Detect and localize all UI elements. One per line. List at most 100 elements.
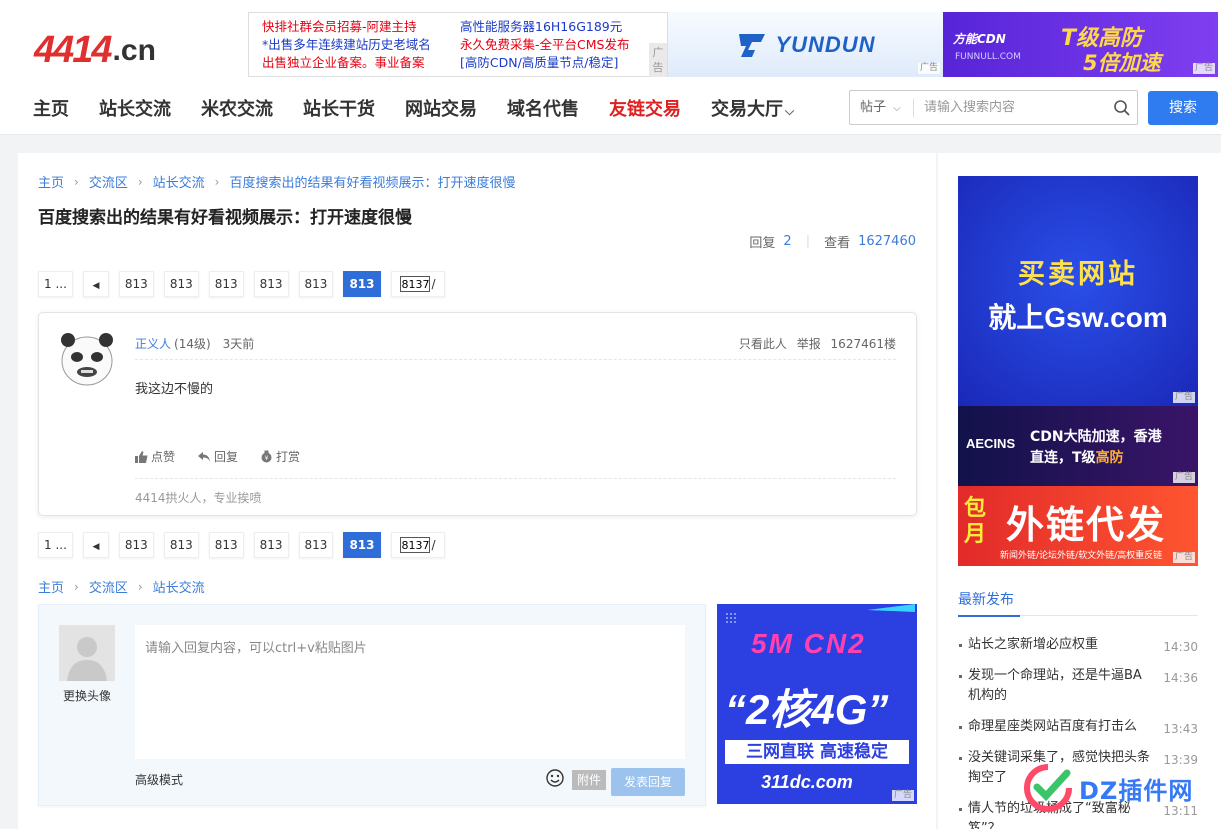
pagination-top: 1 ... ◀ 813 813 813 813 813 813 / (38, 271, 445, 297)
text-ad-link[interactable]: *出售多年连续建站历史老域名 (262, 36, 431, 54)
nav-item-site-trade[interactable]: 网站交易 (405, 96, 477, 126)
page-jump-input[interactable] (399, 537, 430, 553)
breadcrumb-bottom: 主页 › 交流区 › 站长交流 (38, 577, 205, 597)
list-item[interactable]: 命理星座类网站百度有打击么 13:43 (958, 717, 1198, 737)
post-signature: 4414拱火人，专业挨喷 (135, 491, 262, 505)
page-link[interactable]: 813 (163, 532, 199, 558)
floor-number: 1627461楼 (830, 337, 896, 351)
author-link[interactable]: 正义人 (135, 335, 171, 352)
page-jump-input[interactable] (399, 276, 430, 292)
list-item-time: 14:36 (1163, 671, 1198, 685)
nav-item-link-trade[interactable]: 友链交易 (609, 96, 681, 126)
like-button[interactable]: 点赞 (135, 448, 175, 465)
search-icon[interactable] (1107, 93, 1137, 123)
check-logo-icon (1024, 764, 1072, 812)
page-first[interactable]: 1 ... (38, 271, 73, 297)
reply-textarea[interactable] (135, 625, 685, 759)
text-ad-banner[interactable]: 快排社群会员招募-阿建主持 *出售多年连续建站历史老域名 出售独立企业备案。事业… (248, 12, 668, 77)
breadcrumb-forum[interactable]: 交流区 (89, 577, 128, 596)
funnull-ad[interactable]: 方能CDN FUNNULL.COM T级高防 5倍加速 广告 (943, 12, 1218, 77)
breadcrumb-home[interactable]: 主页 (38, 172, 64, 191)
page-jump-slash: / (431, 538, 436, 552)
page-link[interactable]: 813 (208, 532, 244, 558)
view-count: 1627460 (858, 234, 916, 249)
nav-item-home[interactable]: 主页 (33, 96, 69, 126)
search-input[interactable] (914, 100, 1107, 115)
text-ad-link[interactable]: 出售独立企业备案。事业备案 (262, 54, 431, 72)
nav-item-trade-hall[interactable]: 交易大厅 ⌵ (711, 96, 794, 126)
thread-main: 主页 › 交流区 › 站长交流 › 百度搜索出的结果有好看视频展示：打开速度很慢… (18, 153, 936, 829)
311dc-spec: “2核4G” (725, 686, 889, 733)
page-link[interactable]: 813 (253, 532, 289, 558)
list-item[interactable]: 发现一个命理站，还是牛逼BA机构的 14:36 (958, 666, 1198, 706)
text-ad-link[interactable]: [高防CDN/高质量节点/稳定] (460, 54, 629, 72)
thumbs-up-icon (135, 450, 148, 463)
reward-button[interactable]: ¥ 打赏 (260, 448, 300, 465)
nav-item-webmaster-talk[interactable]: 站长交流 (99, 96, 171, 126)
external-link-ad[interactable]: 包月 外链代发 新闻外链/论坛外链/软文外链/高权重反链 广告 (958, 486, 1198, 566)
311dc-headline: 5M CN2 (751, 628, 866, 659)
page-first[interactable]: 1 ... (38, 532, 73, 558)
chevron-right-icon: › (137, 579, 143, 594)
only-author-link[interactable]: 只看此人 (739, 337, 787, 351)
reply-label: 回复 (214, 450, 239, 464)
emoji-icon[interactable] (545, 768, 565, 788)
page-link[interactable]: 813 (163, 271, 199, 297)
report-link[interactable]: 举报 (797, 337, 821, 351)
change-avatar-link[interactable]: 更换头像 (63, 687, 111, 704)
list-item-title: 站长之家新增必应权重 (968, 637, 1099, 652)
page-link[interactable]: 813 (298, 271, 334, 297)
latest-posts-title: 最新发布 (958, 592, 1014, 608)
external-link-ad-sub: 新闻外链/论坛外链/软文外链/高权重反链 (1000, 551, 1163, 561)
nav-item-webmaster-tips[interactable]: 站长干货 (303, 96, 375, 126)
page-prev-button[interactable]: ◀ (82, 271, 109, 297)
text-ad-link[interactable]: 快排社群会员招募-阿建主持 (262, 18, 431, 36)
aecins-ad[interactable]: AECINS CDN大陆加速，香港 直连，T级高防 广告 (958, 406, 1198, 486)
breadcrumb-forum[interactable]: 交流区 (89, 172, 128, 191)
breadcrumb-home[interactable]: 主页 (38, 577, 64, 596)
sidebar: 买卖网站 就上Gsw.com 广告 AECINS CDN大陆加速，香港 直连，T… (938, 153, 1221, 829)
page-jump-slash: / (431, 277, 436, 291)
page-link[interactable]: 813 (253, 271, 289, 297)
attach-button[interactable]: 附件 (572, 770, 606, 790)
search-type-select[interactable]: 帖子 ⌵ (850, 98, 914, 117)
divider (958, 615, 1198, 617)
submit-reply-button[interactable]: 发表回复 (611, 768, 685, 796)
main-nav: 主页 站长交流 米农交流 站长干货 网站交易 域名代售 友链交易 交易大厅 ⌵ (33, 96, 824, 126)
aecins-brand: AECINS (966, 436, 1016, 451)
page-link[interactable]: 813 (118, 532, 154, 558)
breadcrumb-board[interactable]: 站长交流 (153, 577, 205, 596)
page-link[interactable]: 813 (298, 532, 334, 558)
text-ad-link[interactable]: 永久免费采集-全平台CMS发布 (460, 36, 629, 54)
page-jump: / (390, 532, 445, 558)
page-link[interactable]: 813 (208, 271, 244, 297)
reply-button[interactable]: 回复 (197, 448, 238, 465)
avatar[interactable] (59, 328, 115, 390)
nav-item-domainer-talk[interactable]: 米农交流 (201, 96, 273, 126)
yundun-ad[interactable]: YUNDUN 广告 (668, 12, 943, 77)
list-item-time: 14:30 (1163, 640, 1198, 654)
text-ad-link[interactable]: 高性能服务器16H16G189元 (460, 18, 629, 36)
311dc-domain: 311dc.com (761, 772, 853, 792)
nav-item-domain-sale[interactable]: 域名代售 (507, 96, 579, 126)
page-prev-button[interactable]: ◀ (82, 532, 109, 558)
watermark-text: DZ插件网 (1079, 776, 1194, 805)
site-logo[interactable]: 4414 .cn (34, 26, 194, 70)
list-item-time: 13:43 (1163, 722, 1198, 736)
search-button[interactable]: 搜索 (1148, 91, 1218, 125)
gsw-domain: 就上Gsw.com (988, 302, 1168, 333)
page-jump: / (390, 271, 445, 297)
thread-stats: 回复 2 | 查看 1627460 (749, 232, 916, 251)
advanced-mode-link[interactable]: 高级模式 (135, 771, 183, 788)
yundun-logo-icon (739, 33, 766, 57)
like-label: 点赞 (151, 450, 176, 464)
page-link[interactable]: 813 (118, 271, 154, 297)
breadcrumb-board[interactable]: 站长交流 (153, 172, 205, 191)
gsw-ad[interactable]: 买卖网站 就上Gsw.com 广告 (958, 176, 1198, 406)
list-item[interactable]: 站长之家新增必应权重 14:30 (958, 635, 1198, 655)
thread-title: 百度搜索出的结果有好看视频展示：打开速度很慢 (38, 208, 412, 228)
311dc-ad[interactable]: 5M CN2 “2核4G” 三网直联 高速稳定 311dc.com 广告 (717, 604, 917, 804)
breadcrumb-thread[interactable]: 百度搜索出的结果有好看视频展示：打开速度很慢 (229, 172, 515, 191)
default-avatar[interactable] (59, 625, 115, 681)
gsw-headline: 买卖网站 (1018, 259, 1138, 290)
